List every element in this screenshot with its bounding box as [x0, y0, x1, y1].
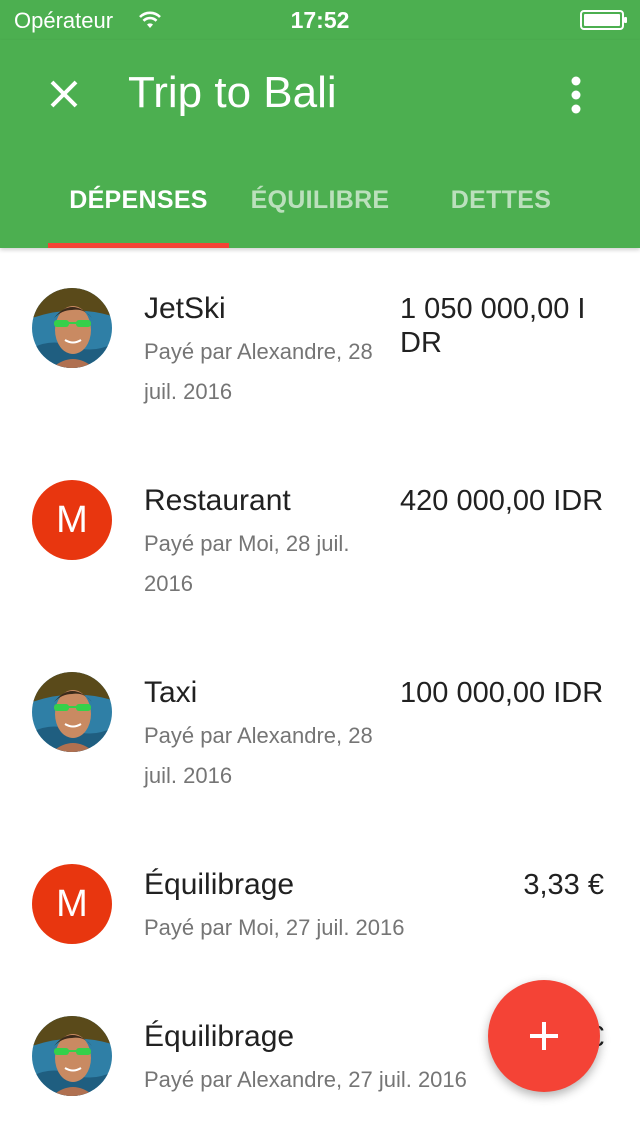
clock-time: 17:52: [290, 7, 350, 33]
close-icon: [50, 80, 78, 108]
active-tab-indicator: [48, 243, 229, 248]
expense-amount: 1 050 000,00 IDR: [400, 293, 586, 359]
page-title: Trip to Bali: [128, 68, 337, 117]
avatar: M: [32, 864, 112, 944]
expense-subtitle: Payé par Alexandre, 28 juil. 2016: [144, 723, 373, 788]
avatar: [32, 672, 112, 752]
list-item[interactable]: M Équilibrage Payé par Moi, 27 juil. 201…: [0, 864, 640, 974]
status-bar: Opérateur 17:52: [0, 0, 640, 40]
avatar: M: [32, 480, 112, 560]
more-vert-icon: [571, 76, 581, 114]
expense-amount: 100 000,00 IDR: [400, 677, 604, 709]
expense-subtitle: Payé par Alexandre, 28 juil. 2016: [144, 339, 373, 404]
list-item[interactable]: JetSki Payé par Alexandre, 28 juil. 2016…: [0, 288, 640, 438]
battery-icon: [580, 10, 627, 30]
more-options-button[interactable]: [552, 66, 600, 122]
expense-title: Taxi: [144, 676, 198, 709]
tab-depenses[interactable]: DÉPENSES: [48, 168, 229, 248]
user-photo-icon: [32, 672, 112, 752]
list-item[interactable]: M Restaurant Payé par Moi, 28 juil. 2016…: [0, 480, 640, 630]
expense-title: Restaurant: [144, 484, 291, 517]
expense-amount: 3,33 €: [523, 869, 604, 901]
tab-equilibre[interactable]: ÉQUILIBRE: [232, 168, 408, 248]
expense-subtitle: Payé par Alexandre, 27 juil. 2016: [144, 1067, 467, 1092]
expense-title: JetSki: [144, 292, 226, 325]
avatar: [32, 1016, 112, 1096]
add-expense-button[interactable]: [488, 980, 600, 1092]
expense-title: Équilibrage: [144, 868, 295, 901]
app-bar: Trip to Bali DÉPENSES ÉQUILIBRE DETTES: [0, 40, 640, 248]
list-item[interactable]: Taxi Payé par Alexandre, 28 juil. 2016 1…: [0, 672, 640, 822]
user-photo-icon: [32, 288, 112, 368]
tab-bar: DÉPENSES ÉQUILIBRE DETTES: [0, 168, 640, 248]
expense-subtitle: Payé par Moi, 28 juil. 2016: [144, 531, 350, 596]
avatar: [32, 288, 112, 368]
close-button[interactable]: [36, 66, 92, 122]
expense-subtitle: Payé par Moi, 27 juil. 2016: [144, 915, 405, 940]
expense-amount: 420 000,00 IDR: [400, 485, 604, 517]
plus-icon: [530, 1022, 558, 1050]
user-photo-icon: [32, 1016, 112, 1096]
expense-title: Équilibrage: [144, 1020, 295, 1053]
tab-dettes[interactable]: DETTES: [412, 168, 590, 248]
